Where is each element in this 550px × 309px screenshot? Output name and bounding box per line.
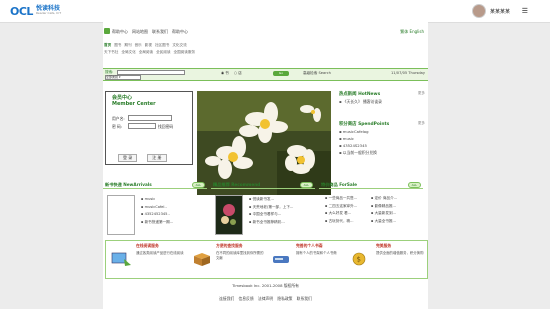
subnav-item[interactable]: 全局文化 — [121, 50, 135, 55]
footer-copyright: Timesbook Inc. 2001-2008 版权所有 — [232, 283, 299, 288]
list-item[interactable]: 中国全书看样与... — [249, 211, 293, 219]
password-label: 密 码: — [112, 124, 123, 129]
password-input[interactable] — [128, 123, 156, 129]
feature-search[interactable]: 方便的查找服务 在不同的阅读库里找到你所需的文献 — [188, 243, 266, 275]
nav-link-sitemap[interactable]: 网站地图 — [132, 29, 148, 35]
avatar[interactable] — [471, 4, 486, 18]
subnav-item[interactable]: 天下书社 — [104, 50, 118, 55]
recommend-title: 精品推荐 Recommend — [213, 182, 261, 187]
drive-icon — [273, 256, 289, 263]
search-bar: 搜索: 全部类别 ▾ ◉ 书 ○ 店 Go 高级检索 Search 11/07/… — [103, 68, 428, 81]
list-item[interactable]: music — [339, 135, 425, 142]
list-item[interactable]: 二四五这家拿外... — [325, 203, 358, 211]
subnav-item[interactable]: 期刊 — [124, 43, 131, 48]
subnav-item[interactable]: 全局阅读 — [139, 50, 153, 55]
language-switch[interactable]: 繁体 English — [400, 29, 424, 35]
subnav-item[interactable]: 全国阅读服务 — [174, 50, 196, 55]
list-item[interactable]: 定价 商品介... — [371, 195, 398, 203]
username-label: 用户名: — [112, 116, 125, 121]
member-center-box: 会员中心 Member Center 用户名: 密 码: 找回密码 登 录 注 … — [105, 91, 193, 165]
page-content: 帮助中心 网站地图 联系我们 帮助中心 繁体 English 首页 图书 期刊 … — [103, 22, 428, 309]
spend-points-more[interactable]: 更多 — [418, 121, 425, 127]
new-arrivals-all-button[interactable]: ALL — [191, 182, 205, 188]
list-item[interactable]: 大量全书推... — [371, 218, 397, 226]
spend-points-list: musicCafeIog music 43524S2345 以当前一般积分兑换 — [339, 128, 425, 156]
radio-store[interactable]: ○ 店 — [234, 71, 242, 76]
right-column: 热点新闻 HotNews 更多 《天长久》 播客访谈录 积分商店 SpendPo… — [339, 91, 425, 156]
subnav-item[interactable]: 影视 — [145, 43, 152, 48]
list-item[interactable]: 天荒地老(第一部，上下... — [249, 204, 294, 212]
svg-text:$: $ — [357, 256, 361, 264]
home-icon[interactable] — [104, 28, 110, 34]
list-item[interactable]: 新书全书推荐精彩... — [249, 219, 293, 227]
hamburger-menu-icon[interactable]: ☰ — [522, 7, 528, 15]
subnav-item[interactable]: 全民阅读 — [156, 50, 170, 55]
subnav-item[interactable]: 图书 — [114, 43, 121, 48]
nav-link-contact[interactable]: 联系我们 — [152, 29, 168, 35]
feature-strip: 在线阅读服务 通过各类阅读产品进行在线阅读 方便的查找服务 在不同的阅读库里找到… — [105, 240, 428, 279]
date-display: 11/07/05 Thursday — [391, 71, 425, 75]
list-item[interactable]: 新书快递第一期... — [141, 219, 174, 227]
recommend-all-button[interactable]: ALL — [299, 182, 313, 188]
list-item[interactable]: 影像精品推... — [371, 203, 397, 211]
footer-links[interactable]: 连接我们 信息反馈 法律声明 隐私政策 联系我们 — [103, 296, 428, 302]
register-button[interactable]: 注 册 — [147, 154, 167, 162]
recommend-cover-image[interactable] — [215, 195, 243, 235]
search-button[interactable]: Go — [273, 71, 289, 76]
feature-online-reading[interactable]: 在线阅读服务 通过各类阅读产品进行在线阅读 — [108, 243, 186, 275]
book-cover-image[interactable] — [107, 195, 135, 235]
list-item[interactable]: musicCafeIog — [339, 128, 425, 135]
list-item[interactable]: 大么好发 看... — [325, 210, 357, 218]
monitor-icon — [111, 252, 131, 266]
radio-book[interactable]: ◉ 书 — [221, 71, 229, 76]
top-bar: OCL 悦读科技 Reader Cafe, ICT 某某某某 ☰ — [0, 0, 550, 23]
forgot-password-link[interactable]: 找回密码 — [158, 124, 173, 130]
list-item[interactable]: 一些商品一共售... — [325, 195, 358, 203]
username-input[interactable] — [128, 115, 172, 121]
list-item[interactable]: musicCafeI.. — [141, 204, 173, 212]
nav-link-help[interactable]: 帮助中心 — [112, 29, 128, 35]
box-icon — [194, 253, 210, 266]
spend-points-title: 积分商店 SpendPoints — [339, 122, 390, 127]
login-button[interactable]: 登 录 — [118, 154, 138, 162]
sub-nav: 首页 图书 期刊 音乐 影视 社区图书 文化交流 天下书社 全局文化 全局阅读 … — [103, 43, 428, 57]
list-item[interactable]: 以当前一般积分兑换 — [339, 149, 425, 156]
logo-en: Reader Cafe, ICT — [35, 11, 62, 15]
nav-link-help2[interactable]: 帮助中心 — [172, 29, 188, 35]
list-item[interactable]: 4352452345.. — [141, 211, 173, 219]
subnav-item[interactable]: 音乐 — [135, 43, 142, 48]
user-menu[interactable]: 某某某某 — [471, 4, 510, 18]
list-item[interactable]: 古玩刻代，精... — [325, 218, 357, 226]
list-item[interactable]: 43524S2345 — [339, 142, 425, 149]
list-item[interactable]: 大量新发到... — [371, 210, 397, 218]
subnav-item[interactable]: 社区图书 — [155, 43, 169, 48]
user-name: 某某某某 — [489, 8, 510, 15]
coin-icon: $ — [352, 252, 366, 266]
list-item[interactable]: 悦读新书发... — [249, 196, 293, 204]
subnav-home[interactable]: 首页 — [104, 43, 111, 48]
advanced-search-link[interactable]: 高级检索 Search — [303, 71, 331, 76]
list-item[interactable]: 《天长久》 播客访谈录 — [339, 98, 425, 105]
hot-news-title: 热点新闻 HotNews — [339, 92, 381, 97]
subnav-item[interactable]: 文化交流 — [172, 43, 186, 48]
hot-news-more[interactable]: 更多 — [418, 91, 425, 97]
for-sale-all-button[interactable]: ALL — [407, 182, 421, 188]
feature-service[interactable]: $ 完美服务 提供全面的增值服务，积分换购 — [348, 243, 426, 275]
member-title-en: Member Center — [112, 101, 156, 107]
list-item[interactable]: music — [141, 196, 173, 204]
new-arrivals-title: 新书快递 NewArrivals — [105, 182, 152, 187]
category-select[interactable]: 全部类别 ▾ — [105, 75, 141, 80]
hot-news-list: 《天长久》 播客访谈录 — [339, 98, 425, 105]
for-sale-title: 特价商品 ForSale — [321, 182, 357, 187]
logo-mark: OCL — [10, 4, 33, 18]
top-nav: 帮助中心 网站地图 联系我们 帮助中心 繁体 English — [103, 26, 428, 36]
logo[interactable]: OCL 悦读科技 Reader Cafe, ICT — [10, 4, 62, 18]
feature-personal-library[interactable]: 完善的个人书斋 拥有个人的书架和个人书斋 — [268, 243, 346, 275]
